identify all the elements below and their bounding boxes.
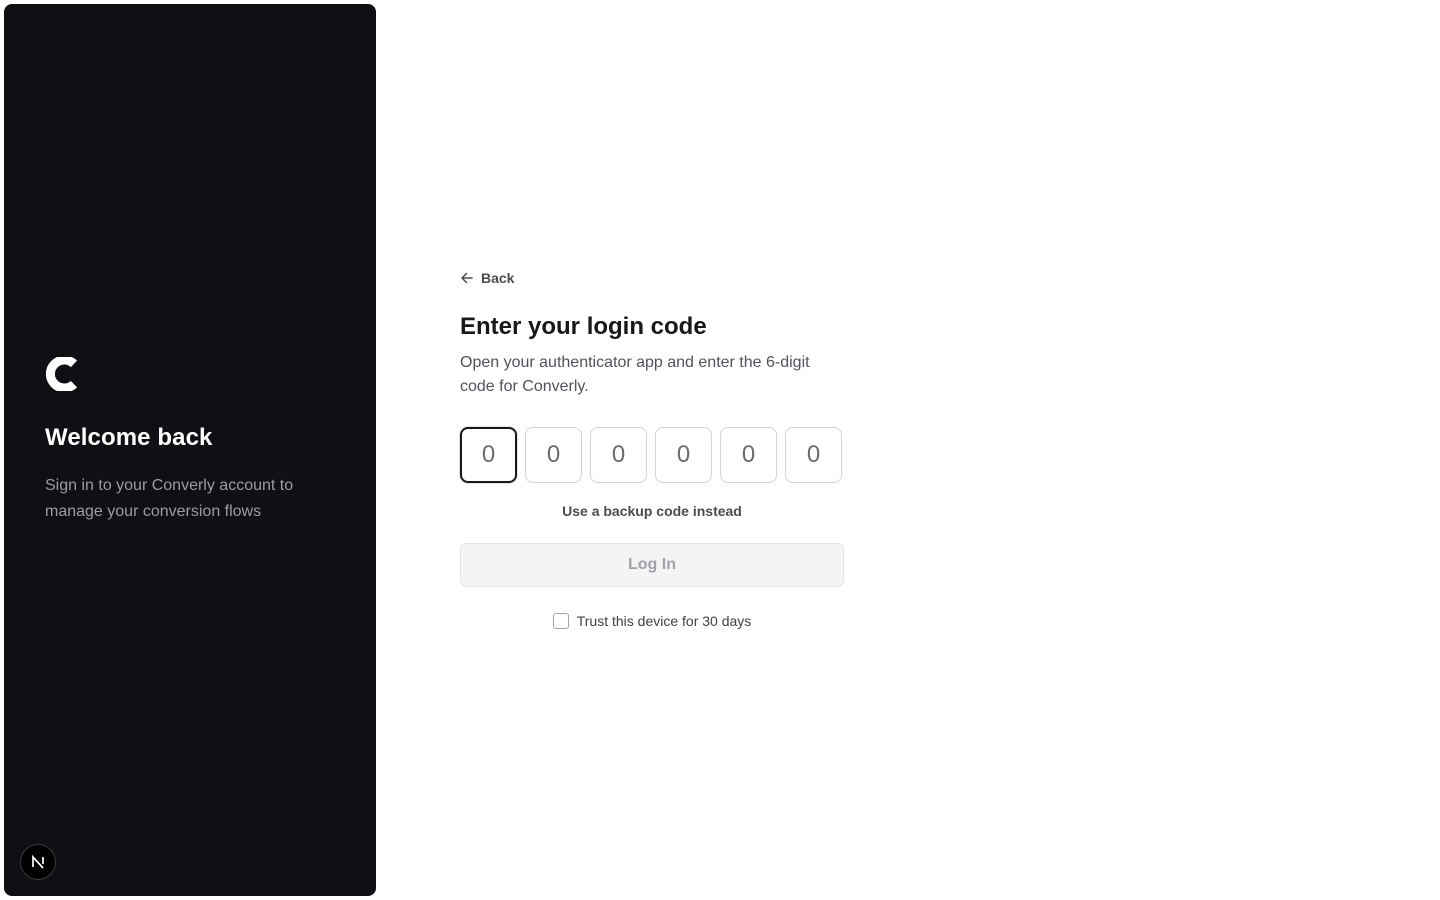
trust-device-label: Trust this device for 30 days xyxy=(576,613,752,629)
welcome-subtitle: Sign in to your Converly account to mana… xyxy=(45,477,294,520)
code-digit-4[interactable] xyxy=(655,427,712,483)
page-title: Enter your login code xyxy=(460,313,707,340)
code-input-group xyxy=(460,427,844,483)
code-digit-5[interactable] xyxy=(720,427,777,483)
back-button[interactable]: Back xyxy=(460,266,844,290)
login-button[interactable]: Log In xyxy=(460,543,844,587)
code-digit-6[interactable] xyxy=(785,427,842,483)
trust-device-checkbox[interactable] xyxy=(552,613,569,629)
back-label: Back xyxy=(481,270,515,286)
arrow-left-icon xyxy=(461,272,473,284)
backup-code-link[interactable]: Use a backup code instead xyxy=(460,503,844,519)
n-logo-icon xyxy=(32,855,44,869)
login-code-form: Back Enter your login code Open your aut… xyxy=(460,266,844,629)
brand-panel: Welcome back Sign in to your Converly ac… xyxy=(4,4,376,896)
converly-logo-icon xyxy=(45,357,77,391)
trust-device-option[interactable]: Trust this device for 30 days xyxy=(460,613,844,629)
page-subtitle: Open your authenticator app and enter th… xyxy=(460,354,810,395)
welcome-title: Welcome back xyxy=(45,424,213,451)
code-digit-3[interactable] xyxy=(590,427,647,483)
code-digit-2[interactable] xyxy=(525,427,582,483)
code-digit-1[interactable] xyxy=(460,427,517,483)
framework-badge[interactable] xyxy=(20,844,56,880)
